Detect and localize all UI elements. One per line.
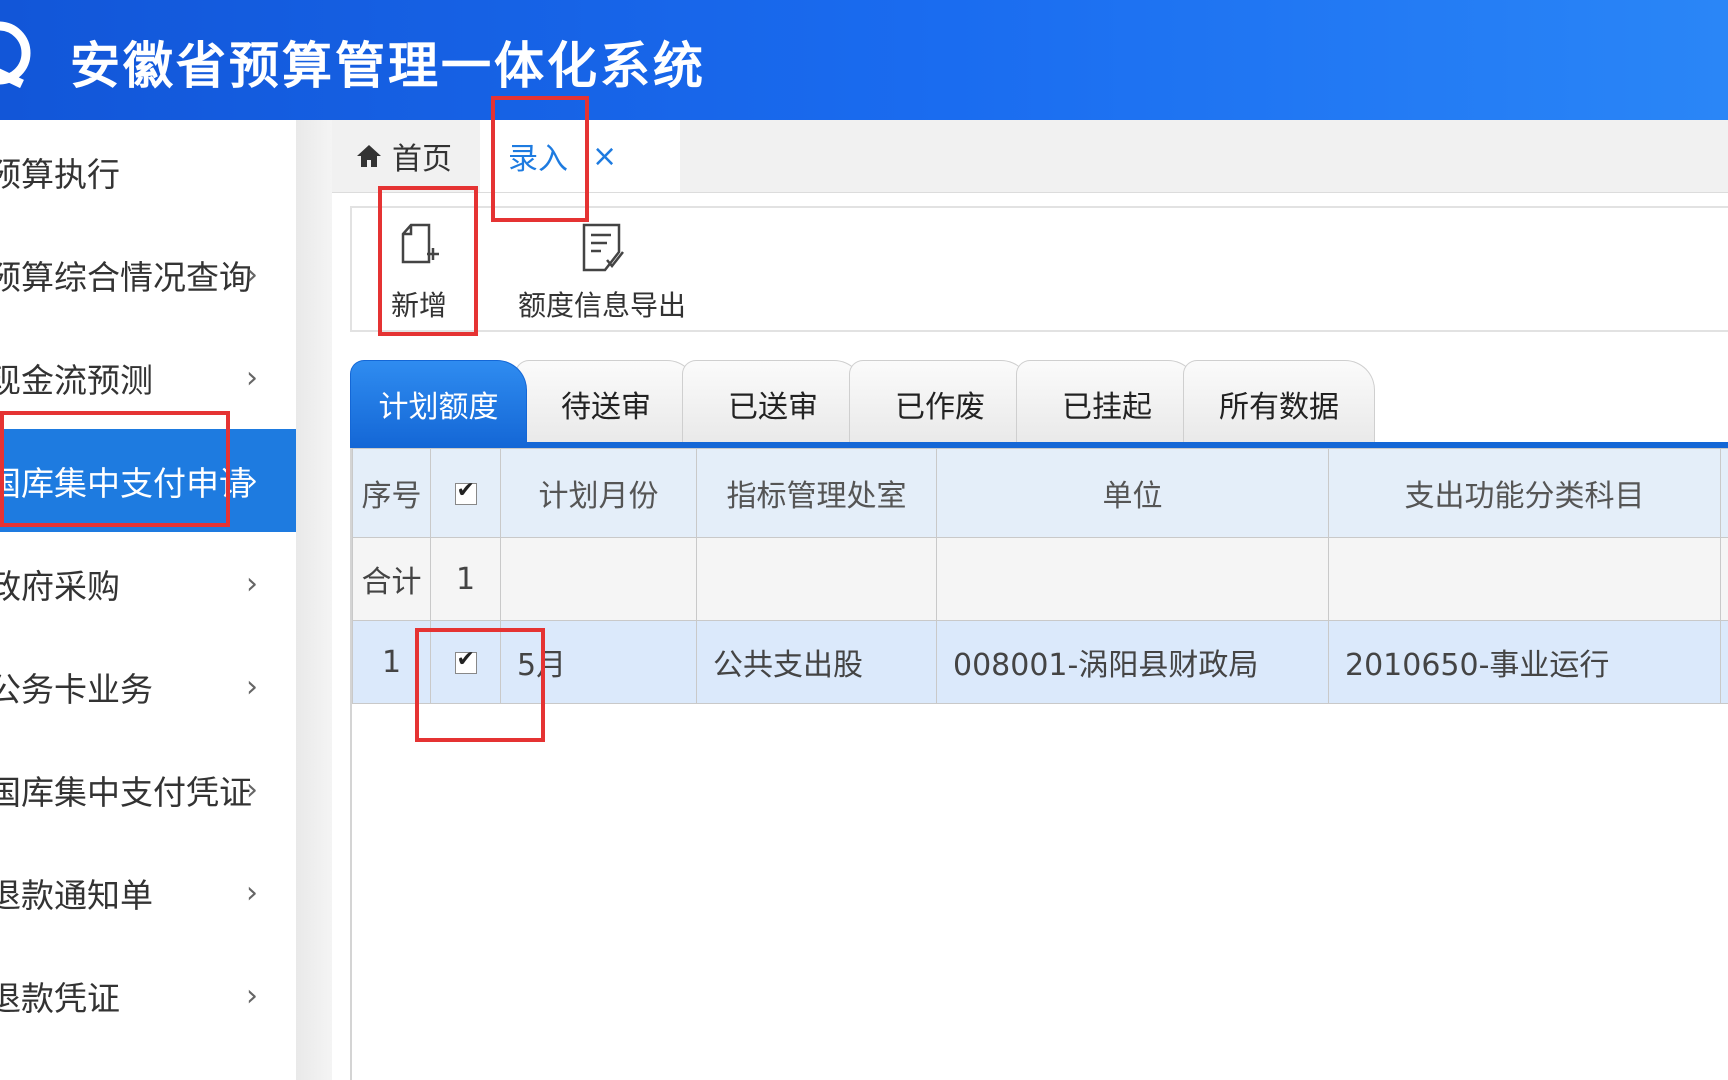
data-table-container: 序号 计划月份 指标管理处室 单位 支出功能分类科目 合计 1 1 5月 公共支… xyxy=(350,448,1728,1080)
sidebar-item-label: 国库集中支付申请 xyxy=(0,463,252,503)
chevron-right-icon: › xyxy=(246,566,258,601)
tab-home-label: 首页 xyxy=(392,142,452,177)
new-document-icon xyxy=(401,223,439,264)
sidebar-item-government-procurement[interactable]: 政府采购 › xyxy=(0,532,296,635)
tab-label: 已作废 xyxy=(895,390,985,425)
status-tab-strip: 计划额度 待送审 已送审 已作废 已挂起 所有数据 xyxy=(350,358,1728,447)
sidebar-item-budget-execution[interactable]: 预算执行 xyxy=(0,120,296,223)
chevron-right-icon: › xyxy=(246,772,258,807)
sidebar-item-refund-voucher[interactable]: 退款凭证 › xyxy=(0,944,296,1047)
swirl-logo-icon xyxy=(0,21,31,88)
sidebar-item-budget-query[interactable]: 预算综合情况查询 › xyxy=(0,223,296,326)
tab-label: 计划额度 xyxy=(378,390,499,425)
select-all-checkbox-cell[interactable] xyxy=(430,448,501,538)
col-header-overflow xyxy=(1720,448,1728,538)
summary-label: 合计 xyxy=(352,537,431,621)
summary-count: 1 xyxy=(430,537,501,621)
add-button-label: 新增 xyxy=(390,289,447,322)
sidebar-item-label: 政府采购 xyxy=(0,566,120,606)
sidebar-item-label: 公务卡业务 xyxy=(0,669,153,709)
tab-submitted[interactable]: 已送审 xyxy=(682,360,864,447)
row-function-code: 2010650-事业运行 xyxy=(1328,620,1721,704)
row-month: 5月 xyxy=(500,620,697,704)
sidebar-item-treasury-payment-voucher[interactable]: 国库集中支付凭证 › xyxy=(0,738,296,841)
close-icon[interactable]: × xyxy=(592,139,617,174)
chevron-right-icon: › xyxy=(246,360,258,395)
toolbar: 新增 额度信息导出 xyxy=(350,206,1728,332)
chevron-right-icon: › xyxy=(246,463,258,498)
add-button[interactable]: 新增 xyxy=(374,208,464,330)
chevron-right-icon: › xyxy=(246,875,258,910)
chevron-right-icon: › xyxy=(246,669,258,704)
sidebar: 预算执行 预算综合情况查询 › 现金流预测 › 国库集中支付申请 › 政府采购 … xyxy=(0,120,296,1080)
table-row[interactable]: 1 5月 公共支出股 008001-涡阳县财政局 2010650-事业运行 xyxy=(352,620,1728,704)
home-icon xyxy=(357,145,381,167)
quota-table: 序号 计划月份 指标管理处室 单位 支出功能分类科目 合计 1 1 5月 公共支… xyxy=(352,448,1728,704)
sidebar-item-label: 预算执行 xyxy=(0,154,120,194)
tab-planned-quota[interactable]: 计划额度 xyxy=(350,360,527,447)
sidebar-item-refund-notice[interactable]: 退款通知单 › xyxy=(0,841,296,944)
col-header-index: 序号 xyxy=(352,448,431,538)
export-document-icon xyxy=(582,223,624,272)
tab-entry-label: 录入 xyxy=(508,142,568,177)
sidebar-item-label: 退款凭证 xyxy=(0,978,120,1018)
row-unit: 008001-涡阳县财政局 xyxy=(936,620,1329,704)
sidebar-item-label: 预算综合情况查询 xyxy=(0,257,252,297)
tab-home[interactable]: 首页 xyxy=(356,120,496,192)
col-header-unit[interactable]: 单位 xyxy=(936,448,1329,538)
chevron-right-icon: › xyxy=(246,978,258,1013)
col-header-office[interactable]: 指标管理处室 xyxy=(696,448,937,538)
sidebar-item-official-card[interactable]: 公务卡业务 › xyxy=(0,635,296,738)
tab-all-data[interactable]: 所有数据 xyxy=(1183,360,1375,447)
export-quota-button[interactable]: 额度信息导出 xyxy=(512,208,692,330)
tab-entry[interactable]: 录入 × xyxy=(480,120,680,192)
sidebar-item-label: 现金流预测 xyxy=(0,360,153,400)
row-checkbox[interactable] xyxy=(454,647,477,674)
tab-pending-submission[interactable]: 待送审 xyxy=(515,360,697,447)
row-checkbox-cell[interactable] xyxy=(430,620,501,704)
system-title: 安徽省预算管理一体化系统 xyxy=(70,37,706,95)
sidebar-splitter[interactable] xyxy=(296,120,332,1080)
tab-suspended[interactable]: 已挂起 xyxy=(1016,360,1198,447)
row-office: 公共支出股 xyxy=(696,620,937,704)
sidebar-item-label: 国库集中支付凭证 xyxy=(0,772,252,812)
select-all-checkbox[interactable] xyxy=(454,478,477,505)
page-tab-bar: 首页 录入 × xyxy=(332,120,1728,193)
tab-voided[interactable]: 已作废 xyxy=(849,360,1031,447)
export-button-label: 额度信息导出 xyxy=(517,289,686,322)
col-header-function-code[interactable]: 支出功能分类科目 xyxy=(1328,448,1721,538)
table-header-row: 序号 计划月份 指标管理处室 单位 支出功能分类科目 xyxy=(352,448,1728,538)
summary-row: 合计 1 xyxy=(352,537,1728,621)
tab-label: 已挂起 xyxy=(1062,390,1152,425)
tab-label: 已送审 xyxy=(728,390,818,425)
sidebar-item-cashflow-forecast[interactable]: 现金流预测 › xyxy=(0,326,296,429)
sidebar-item-treasury-payment-request[interactable]: 国库集中支付申请 › xyxy=(0,429,296,532)
app-header: 安徽省预算管理一体化系统 xyxy=(0,0,1728,120)
tab-label: 待送审 xyxy=(561,390,651,425)
row-index: 1 xyxy=(352,620,431,704)
col-header-month[interactable]: 计划月份 xyxy=(500,448,697,538)
tab-label: 所有数据 xyxy=(1219,390,1339,425)
chevron-right-icon: › xyxy=(246,257,258,292)
sidebar-item-label: 退款通知单 xyxy=(0,875,153,915)
